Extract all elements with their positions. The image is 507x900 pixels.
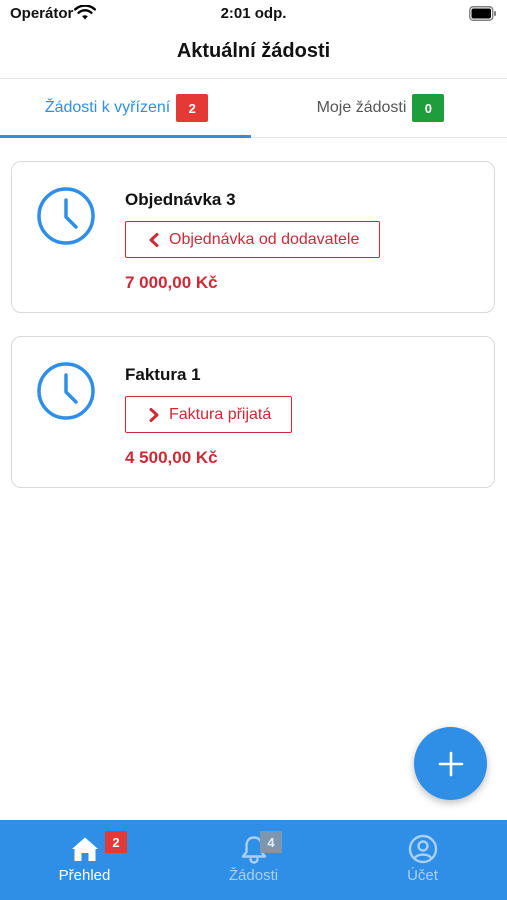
clock-icon — [37, 362, 95, 420]
request-type-label: Faktura přijatá — [169, 405, 272, 423]
page-title: Aktuální žádosti — [176, 40, 331, 62]
request-type-tag: Objednávka od dodavatele — [125, 221, 381, 258]
request-type-tag: Faktura přijatá — [125, 396, 293, 433]
tab-my-requests[interactable]: Moje žádosti 0 — [254, 79, 507, 137]
nav-item-requests[interactable]: 4 Žádosti — [169, 820, 338, 900]
tab-bar: Žádosti k vyřízení 2 Moje žádosti 0 — [0, 79, 507, 138]
chevron-right-icon — [149, 407, 159, 422]
home-icon — [72, 837, 98, 861]
user-icon — [408, 834, 438, 864]
status-bar: Operátor 2:01 odp. — [0, 0, 507, 30]
nav-label: Žádosti — [228, 867, 279, 884]
nav-label: Účet — [407, 867, 438, 884]
request-type-label: Objednávka od dodavatele — [169, 230, 360, 248]
bottom-navigation: 2 Přehled 4 Žádosti Účet — [0, 820, 507, 900]
pending-count-badge: 2 — [176, 94, 209, 122]
nav-item-overview[interactable]: 2 Přehled — [0, 820, 169, 900]
status-time: 2:01 odp. — [220, 5, 287, 22]
add-request-button[interactable] — [414, 727, 487, 800]
requests-badge: 4 — [260, 831, 282, 853]
request-card[interactable]: Objednávka 3 Objednávka od dodavatele 7 … — [11, 161, 495, 313]
tab-label: Moje žádosti — [316, 99, 407, 116]
active-tab-indicator — [0, 135, 251, 138]
request-title: Faktura 1 — [125, 365, 201, 384]
request-amount: 7 000,00 Kč — [125, 273, 218, 292]
tab-label: Žádosti k vyřízení — [44, 99, 171, 116]
clock-icon — [37, 187, 95, 245]
battery-icon — [469, 6, 496, 21]
my-requests-count-badge: 0 — [412, 94, 445, 122]
request-amount: 4 500,00 Kč — [125, 448, 218, 467]
request-title: Objednávka 3 — [125, 190, 236, 209]
chevron-left-icon — [149, 232, 159, 247]
plus-icon — [438, 751, 463, 776]
nav-item-account[interactable]: Účet — [338, 820, 507, 900]
tab-pending-requests[interactable]: Žádosti k vyřízení 2 — [0, 79, 253, 137]
nav-label: Přehled — [58, 867, 111, 884]
overview-badge: 2 — [105, 831, 127, 853]
request-card[interactable]: Faktura 1 Faktura přijatá 4 500,00 Kč — [11, 336, 495, 488]
